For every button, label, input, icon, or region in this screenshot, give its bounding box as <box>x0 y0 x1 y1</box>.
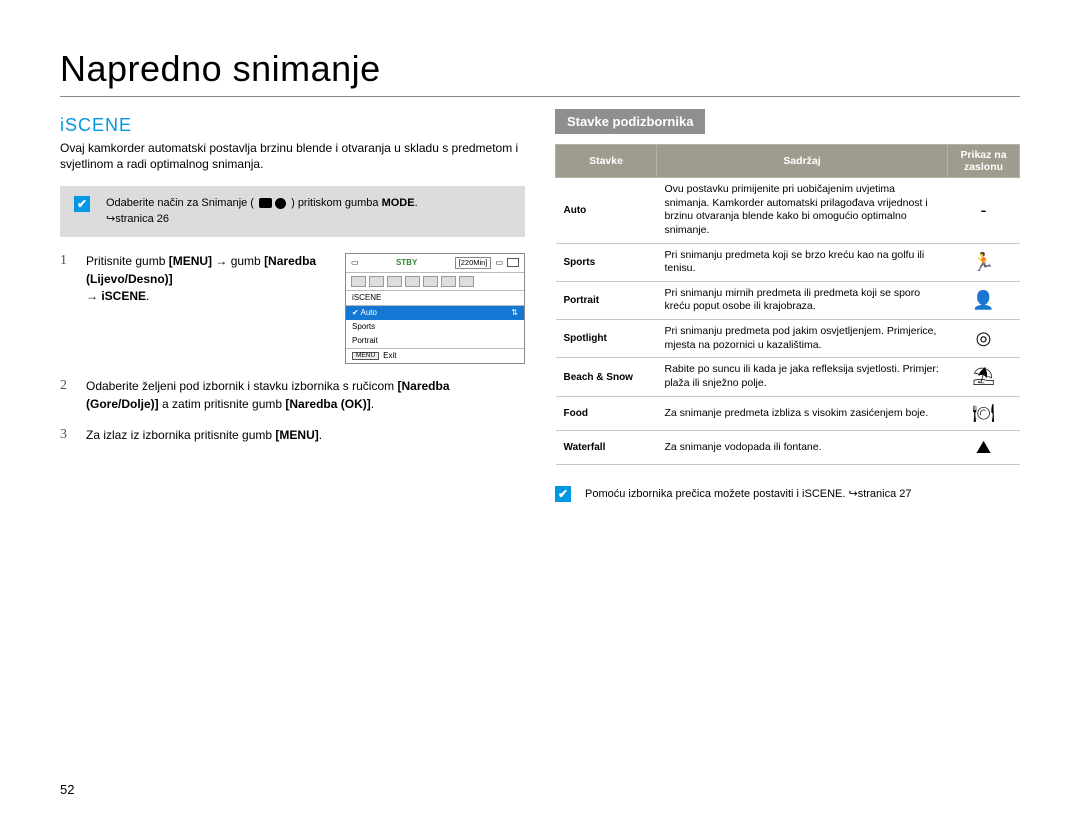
stby-label: STBY <box>396 259 417 267</box>
cell-item: Spotlight <box>556 320 657 358</box>
t: iSCENE <box>101 289 146 303</box>
step-num: 2 <box>60 378 72 413</box>
t: [MENU] <box>275 428 318 442</box>
t: a zatim pritisnite gumb <box>159 397 286 411</box>
cell-content: Pri snimanju predmeta koji se brzo kreću… <box>657 243 948 281</box>
right-column: Stavke podizbornika Stavke Sadržaj Prika… <box>555 109 1020 503</box>
portrait-icon: 👤 <box>948 281 1020 319</box>
cell-content: Za snimanje predmeta izbliza s visokim z… <box>657 396 948 430</box>
t: [MENU] <box>169 254 212 268</box>
toolbar-icon <box>351 276 366 287</box>
table-row: Auto Ovu postavku primijenite pri uobiča… <box>556 178 1020 244</box>
battery-icon <box>507 258 519 267</box>
note-page-ref: ↪stranica 26 <box>106 213 169 225</box>
step-num: 1 <box>60 253 72 364</box>
mode-icons <box>259 198 286 209</box>
step-2-row: 2 Odaberite željeni pod izbornik i stavk… <box>60 378 525 413</box>
th-content: Sadržaj <box>657 145 948 178</box>
footer-note-text: Pomoću izbornika prečica možete postavit… <box>585 488 912 500</box>
cell-item: Auto <box>556 178 657 244</box>
step-3-text: Za izlaz iz izbornika pritisnite gumb [M… <box>86 427 525 444</box>
cell-item: Beach & Snow <box>556 358 657 396</box>
screen-item: Sports <box>346 320 524 334</box>
exit-label: Exit <box>383 352 396 360</box>
card-icon: ▭ <box>495 259 503 267</box>
th-item: Stavke <box>556 145 657 178</box>
toolbar-icon <box>405 276 420 287</box>
video-icon <box>259 198 272 208</box>
t: . <box>371 397 374 411</box>
check-icon: ✔ <box>74 196 90 212</box>
step-1-text: Pritisnite gumb [MENU] → gumb [Naredba (… <box>86 253 331 305</box>
photo-icon <box>275 198 286 209</box>
note-mid: ) pritiskom gumba <box>291 197 381 209</box>
page-title: Napredno snimanje <box>60 48 1020 90</box>
check-icon: ✔ <box>555 486 571 502</box>
t: Pritisnite gumb <box>86 254 169 268</box>
table-row: Portrait Pri snimanju mirnih predmeta il… <box>556 281 1020 319</box>
toolbar-icon <box>423 276 438 287</box>
camera-screen: ▭ STBY [220Min] ▭ <box>345 253 525 364</box>
cell-content: Za snimanje vodopada ili fontane. <box>657 431 948 465</box>
footer-note: ✔ Pomoću izbornika prečica možete postav… <box>555 487 1020 502</box>
note-box: ✔ Odaberite način za Snimanje ( ) pritis… <box>60 186 525 237</box>
t: [Naredba (OK)] <box>285 397 370 411</box>
step-3-row: 3 Za izlaz iz izbornika pritisnite gumb … <box>60 427 525 444</box>
cell-icon: - <box>948 178 1020 244</box>
table-row: Sports Pri snimanju predmeta koji se brz… <box>556 243 1020 281</box>
t: Odaberite željeni pod izbornik i stavku … <box>86 379 397 393</box>
title-divider <box>60 96 1020 97</box>
submenu-heading: Stavke podizbornika <box>555 109 705 134</box>
dropdown-arrows-icon: ⇅ <box>511 309 518 317</box>
cell-item: Sports <box>556 243 657 281</box>
screen-item-selected: ✔ Auto ⇅ <box>346 306 524 320</box>
t: Auto <box>360 308 376 317</box>
table-row: Spotlight Pri snimanju predmeta pod jaki… <box>556 320 1020 358</box>
food-icon: 🍽 <box>948 396 1020 430</box>
step-num: 3 <box>60 427 72 444</box>
sports-icon: 🏃 <box>948 243 1020 281</box>
sd-icon: ▭ <box>351 259 359 267</box>
cell-content: Ovu postavku primijenite pri uobičajenim… <box>657 178 948 244</box>
cell-content: Rabite po suncu ili kada je jaka refleks… <box>657 358 948 396</box>
duration-label: [220Min] <box>455 257 492 269</box>
cell-item: Food <box>556 396 657 430</box>
step-1-row: 1 Pritisnite gumb [MENU] → gumb [Naredba… <box>60 253 525 364</box>
cell-item: Portrait <box>556 281 657 319</box>
t: → gumb <box>212 254 264 268</box>
cell-content: Pri snimanju predmeta pod jakim osvjetlj… <box>657 320 948 358</box>
toolbar-icon <box>369 276 384 287</box>
spotlight-icon: ◎ <box>948 320 1020 358</box>
th-icon: Prikaz na zaslonu <box>948 145 1020 178</box>
t: . <box>146 289 149 303</box>
note-mode: MODE <box>382 197 415 209</box>
toolbar-icon <box>441 276 456 287</box>
cell-item: Waterfall <box>556 431 657 465</box>
intro-text: Ovaj kamkorder automatski postavlja brzi… <box>60 140 525 172</box>
waterfall-icon: ⛰ <box>948 431 1020 465</box>
note-pre: Odaberite način za Snimanje ( <box>106 197 254 209</box>
t: Za izlaz iz izbornika pritisnite gumb <box>86 428 275 442</box>
t: . <box>319 428 322 442</box>
submenu-table: Stavke Sadržaj Prikaz na zaslonu Auto Ov… <box>555 144 1020 465</box>
left-column: iSCENE Ovaj kamkorder automatski postavl… <box>60 109 525 503</box>
menu-button-label: MENU <box>352 352 379 361</box>
section-title: iSCENE <box>60 115 525 136</box>
table-row: Waterfall Za snimanje vodopada ili fonta… <box>556 431 1020 465</box>
beach-snow-icon: ⛱ <box>948 358 1020 396</box>
table-row: Food Za snimanje predmeta izbliza s viso… <box>556 396 1020 430</box>
note-post: . <box>415 197 418 209</box>
page-number: 52 <box>60 782 74 797</box>
table-row: Beach & Snow Rabite po suncu ili kada je… <box>556 358 1020 396</box>
t: → <box>86 289 101 303</box>
screen-item: Portrait <box>346 334 524 348</box>
toolbar-icon <box>459 276 474 287</box>
toolbar-icon <box>387 276 402 287</box>
step-2-text: Odaberite željeni pod izbornik i stavku … <box>86 378 525 413</box>
cell-content: Pri snimanju mirnih predmeta ili predmet… <box>657 281 948 319</box>
screen-label: iSCENE <box>346 291 524 306</box>
